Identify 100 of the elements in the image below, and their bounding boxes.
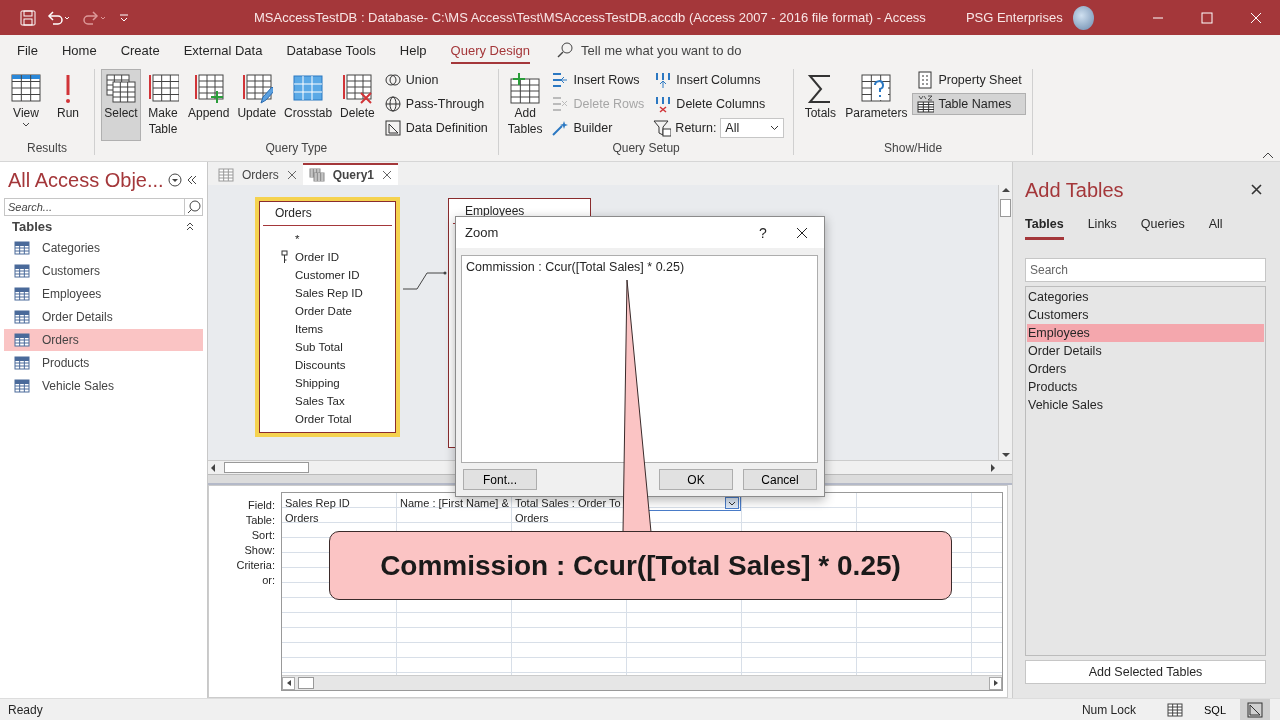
tell-me-field[interactable]: Tell me what you want to do [581,42,782,58]
search-icon[interactable] [186,200,201,214]
wand-icon [551,119,570,137]
ribbon-tab[interactable]: Query Design [439,38,542,62]
nav-item[interactable]: Order Details [4,306,203,328]
ribbon-button[interactable]: Delete [337,69,378,141]
list-item[interactable]: Vehicle Sales [1027,396,1264,414]
ribbon-button[interactable]: Table Names [912,93,1026,115]
field-cell[interactable]: Name : [First Name] & [397,496,511,511]
pane-title: Add Tables [1025,178,1124,202]
nav-item[interactable]: Categories [4,237,203,259]
pane-tab[interactable]: Queries [1140,214,1185,240]
ribbon-tab[interactable]: Home [50,38,108,62]
ribbon-button[interactable]: Pass-Through [379,93,492,115]
cancel-button[interactable]: Cancel [743,469,817,490]
ribbon-tab[interactable]: Help [388,38,438,62]
font-button[interactable]: Font... [463,469,537,490]
ribbon-button[interactable]: Totals [800,69,841,141]
dropdown-button[interactable] [725,497,739,509]
insert-rows-icon [551,71,570,89]
ribbon-button[interactable]: Make Table [143,69,183,141]
pane-tab[interactable]: Links [1087,214,1117,240]
pane-tab[interactable]: Tables [1025,214,1064,240]
close-icon[interactable] [382,170,393,180]
circles-icon [383,71,402,89]
sql-view-button[interactable]: SQL [1200,698,1230,720]
list-item[interactable]: Products [1027,378,1264,396]
field-name: Shipping [295,377,340,389]
nav-item[interactable]: Orders [4,329,203,351]
group-label: Query Setup [611,141,681,155]
dropdown-icon[interactable] [167,173,182,187]
return-label: Return: [675,121,717,135]
list-item[interactable]: Orders [1027,360,1264,378]
table-box[interactable]: Orders * Order ID Customer ID Sales Rep ID Order Date Items Sub Total Discounts Shipping Sales Tax Order Total [255,197,400,437]
nav-item[interactable]: Products [4,352,203,374]
field-name: Sales Rep ID [295,287,363,299]
ribbon-button[interactable]: Add Tables [504,69,546,141]
caret-icon [770,125,780,131]
pane-tab[interactable]: All [1208,214,1223,240]
table-icon [147,73,179,105]
search-icon [557,42,574,58]
expression-field[interactable]: Commission : Ccur([Total Sales] * 0.25) [461,255,818,463]
avatar[interactable] [1072,5,1094,30]
ribbon-button[interactable]: Delete Columns [650,93,788,115]
ribbon-button[interactable]: Crosstab [281,69,336,141]
document-tab[interactable]: Orders [212,163,303,185]
ribbon-button[interactable]: Insert Columns [650,69,788,91]
nav-item[interactable]: Customers [4,260,203,282]
view-button[interactable] [1240,698,1270,720]
list-item[interactable]: Categories [1027,288,1264,306]
field-name: Order Date [295,305,352,317]
customize-icon[interactable] [118,11,130,24]
undo-icon[interactable] [46,9,72,26]
close-icon [1251,183,1262,195]
table-cell[interactable]: Orders [282,511,396,526]
ribbon-button[interactable]: Parameters [842,69,911,141]
maximize-icon [1200,11,1213,24]
table-icon [10,73,42,105]
ok-button[interactable]: OK [659,469,733,490]
nav-item[interactable]: Vehicle Sales [4,375,203,397]
ribbon-tab[interactable]: File [6,38,49,62]
search-field[interactable]: Search... [4,198,203,216]
ribbon-tab[interactable]: Database Tools [275,38,387,62]
ribbon-button[interactable]: Run [48,69,88,141]
ribbon-button[interactable]: Append [185,69,233,141]
list-item[interactable]: Order Details [1027,342,1264,360]
ribbon-button[interactable]: Insert Rows [547,69,649,91]
ribbon-button[interactable]: View [6,69,46,141]
collapse-icon[interactable] [185,221,195,231]
ribbon-button[interactable]: Data Definition [379,117,492,139]
collapse-icon[interactable] [1262,151,1274,159]
list-item[interactable]: Employees [1027,324,1264,342]
scrollbar-thumb[interactable] [1000,199,1011,217]
ribbon-tab[interactable]: Create [109,38,171,62]
ribbon-button[interactable]: Select [101,69,141,141]
scroll-right-icon[interactable] [988,462,998,473]
ribbon-tab[interactable]: External Data [172,38,274,62]
ribbon-button[interactable]: Builder [547,117,649,139]
return-dropdown[interactable]: All [720,118,785,138]
table-title: Orders [263,201,392,226]
scrollbar-thumb[interactable] [298,677,314,689]
ribbon-button[interactable]: Union [379,69,492,91]
close-icon[interactable] [286,170,297,180]
field-cell[interactable]: Sales Rep ID [282,496,396,511]
table-icon [14,356,30,370]
list-item[interactable]: Customers [1027,306,1264,324]
ribbon-button[interactable]: Update [234,69,280,141]
save-icon[interactable] [20,9,36,26]
collapse-pane-icon[interactable] [185,175,198,185]
scroll-right-icon[interactable] [991,679,1000,687]
search-field[interactable]: Search [1025,258,1266,282]
field-name: Customer ID [295,269,360,281]
row-label: Sort: [250,528,276,543]
document-tab[interactable]: Query1 [302,163,399,185]
scrollbar-thumb[interactable] [224,462,309,473]
nav-item[interactable]: Employees [4,283,203,305]
add-selected-tables-button[interactable]: Add Selected Tables [1025,660,1266,684]
ribbon-button[interactable]: Property Sheet [912,69,1026,91]
delete-rows-icon [551,95,570,113]
help-icon[interactable]: ? [746,224,780,241]
